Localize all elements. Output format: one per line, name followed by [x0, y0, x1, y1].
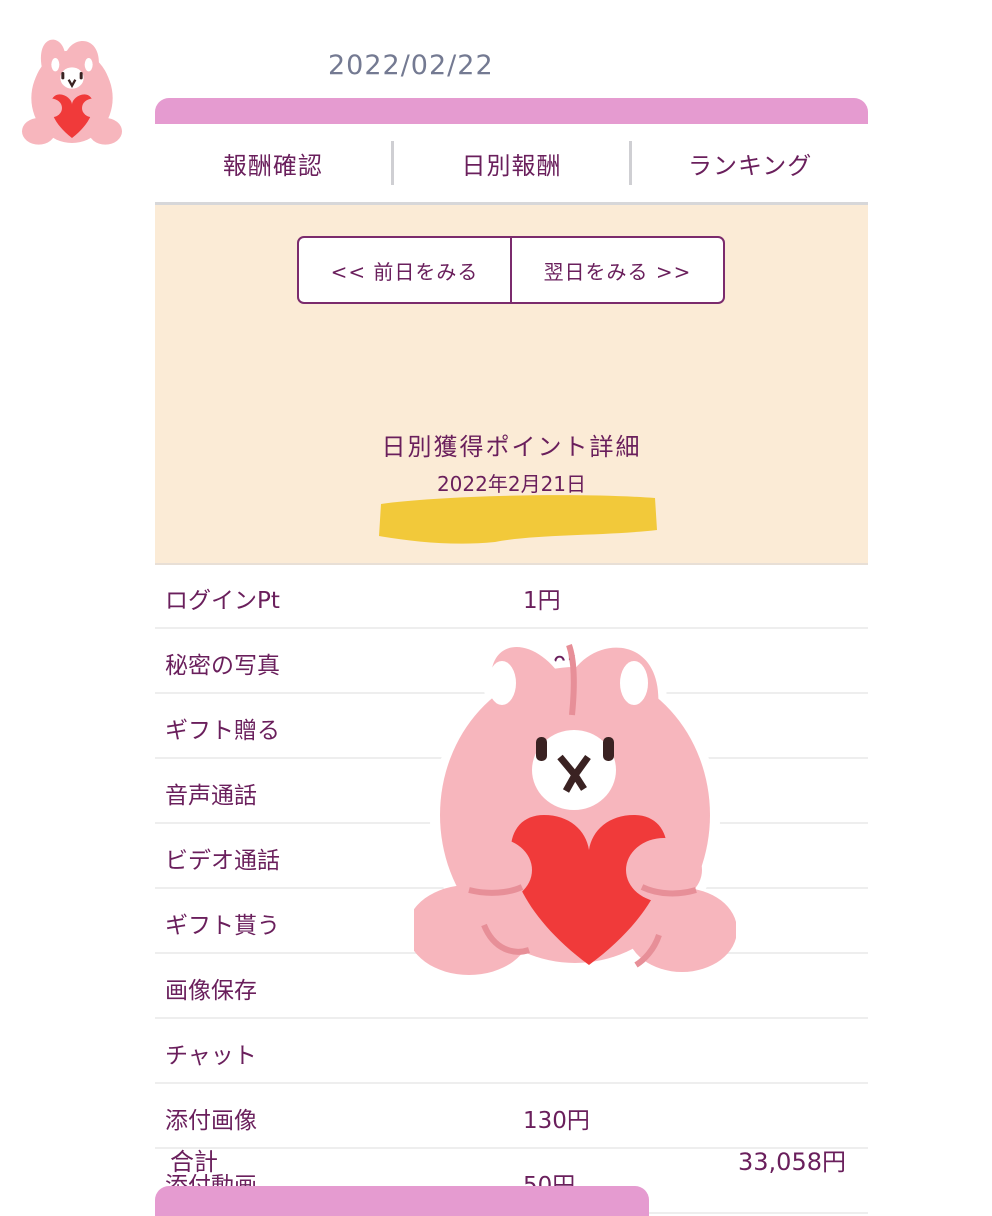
- total-row: 合計 33,058円: [155, 1128, 868, 1188]
- top-date: 2022/02/22: [328, 50, 494, 81]
- row-label: チャット: [165, 1043, 257, 1069]
- tab-reward-check[interactable]: 報酬確認: [155, 146, 391, 181]
- tab-bar: 報酬確認 日別報酬 ランキング: [155, 124, 868, 205]
- row-label: ギフト貰う: [165, 913, 280, 939]
- row-label: 画像保存: [165, 978, 257, 1004]
- row-label: 秘密の写真: [165, 653, 280, 679]
- row-label: ログインPt: [165, 588, 280, 614]
- tab-daily-reward[interactable]: 日別報酬: [394, 146, 630, 181]
- redaction-marker-icon: [379, 495, 657, 544]
- row-label: ビデオ通話: [165, 848, 280, 874]
- day-navigation: << 前日をみる 翌日をみる >>: [297, 236, 725, 304]
- bunny-heart-sticker-large-icon: [414, 634, 736, 980]
- header-accent-bar: [155, 98, 868, 124]
- next-day-button[interactable]: 翌日をみる >>: [512, 238, 723, 302]
- total-value: 33,058円: [738, 1148, 846, 1176]
- previous-day-button[interactable]: << 前日をみる: [299, 238, 510, 302]
- footer-accent-bar: [155, 1186, 649, 1216]
- bunny-heart-sticker-small-icon: [22, 39, 122, 145]
- daily-detail-header: << 前日をみる 翌日をみる >> 日別獲得ポイント詳細 2022年2月21日: [155, 205, 868, 565]
- list-item: チャット: [155, 1019, 868, 1084]
- total-label: 合計: [170, 1148, 218, 1176]
- row-label: ギフト贈る: [165, 718, 280, 744]
- page-title: 日別獲得ポイント詳細: [381, 433, 642, 461]
- tab-ranking[interactable]: ランキング: [632, 146, 868, 181]
- row-label: 音声通話: [165, 783, 257, 809]
